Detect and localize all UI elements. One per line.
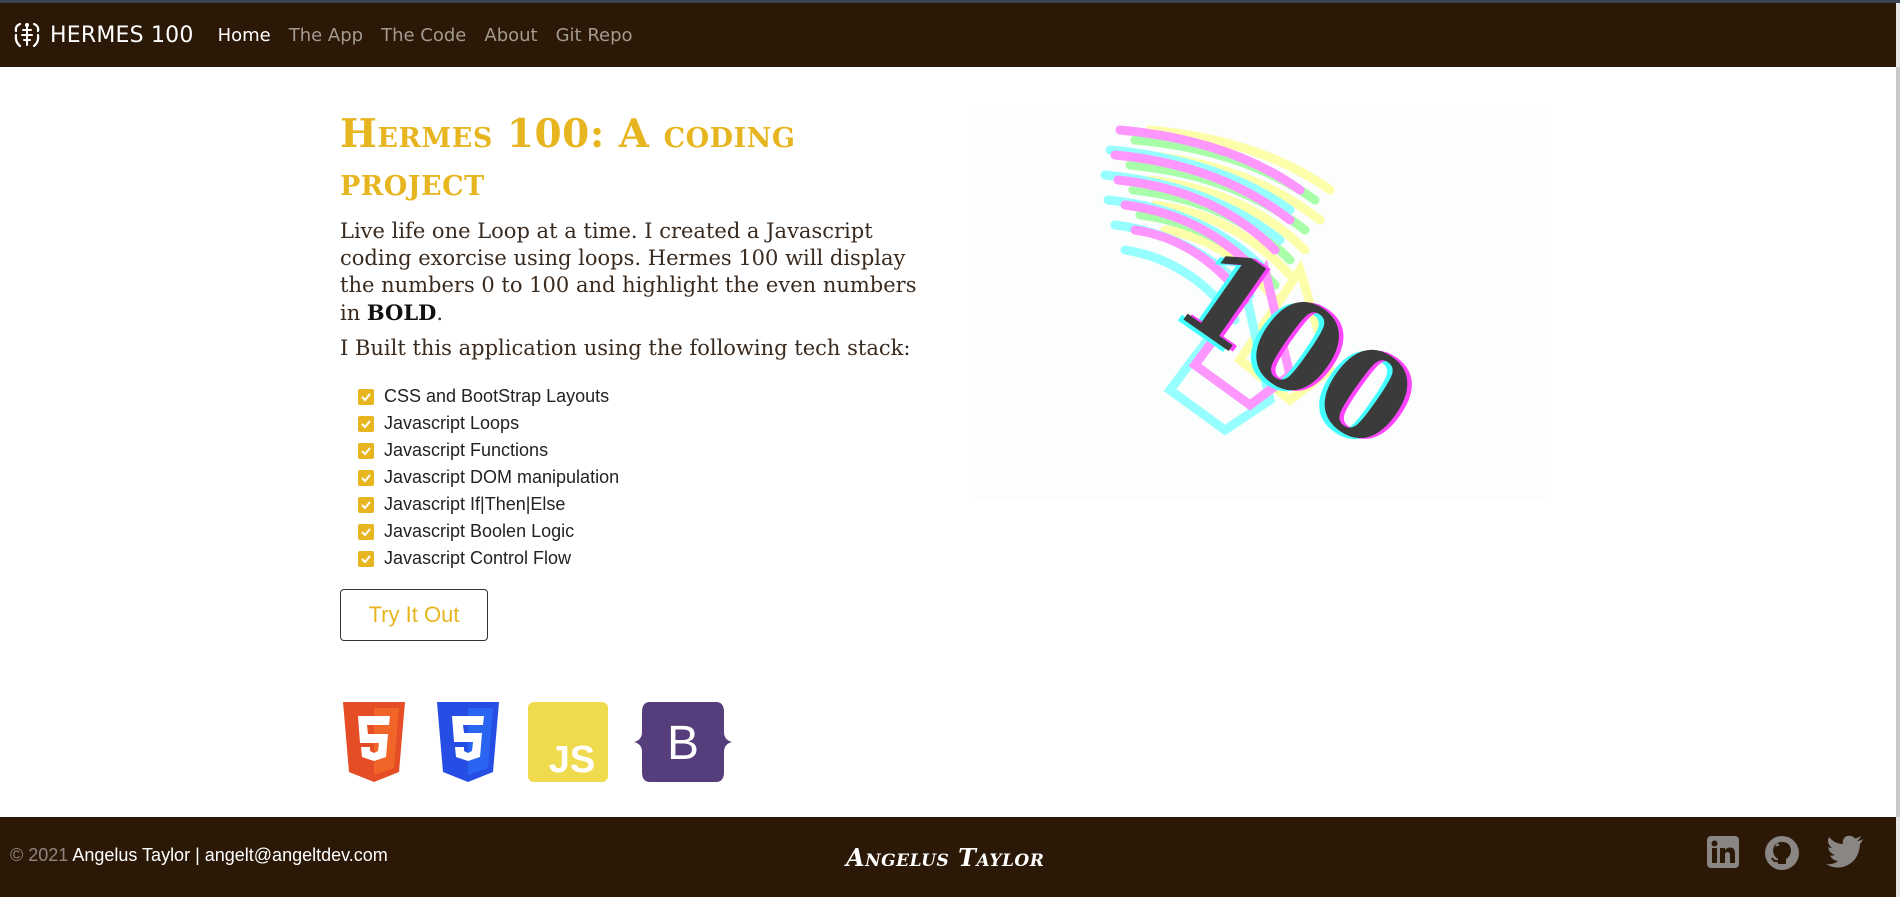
list-item: Javascript If|Then|Else [358, 491, 619, 518]
checkbox-checked-icon [358, 388, 374, 405]
copyright-year: © 2021 [10, 845, 69, 865]
checkbox-checked-icon [358, 496, 374, 513]
javascript-icon-label: JS [549, 739, 595, 781]
brand-name[interactable]: HERMES 100 [50, 23, 194, 48]
footer-copyright: © 2021 Angelus Taylor | angelt@angeltdev… [10, 845, 388, 866]
nav-link-the-app[interactable]: The App [289, 25, 363, 46]
checkbox-checked-icon [358, 442, 374, 459]
list-item: Javascript DOM manipulation [358, 464, 619, 491]
javascript-icon: JS [528, 702, 608, 782]
checkbox-checked-icon [358, 550, 374, 567]
intro-paragraph: Live life one Loop at a time. I created … [340, 218, 930, 327]
page-footer: © 2021 Angelus Taylor | angelt@angeltdev… [0, 817, 1896, 897]
list-item-label: Javascript Boolen Logic [384, 521, 575, 541]
hermes-logo-icon [12, 20, 42, 50]
winged-foot-logo-icon: 100 100 100 [1100, 125, 1444, 478]
html5-icon [343, 702, 405, 782]
checkbox-checked-icon [358, 469, 374, 486]
list-item: Javascript Control Flow [358, 545, 619, 572]
github-icon[interactable] [1764, 835, 1800, 871]
nav-link-about[interactable]: About [484, 25, 537, 46]
twitter-icon[interactable] [1826, 835, 1864, 869]
nav-link-home[interactable]: Home [218, 25, 271, 46]
tech-stack-list: CSS and BootStrap Layouts Javascript Loo… [358, 383, 619, 572]
try-it-out-button[interactable]: Try It Out [340, 589, 488, 641]
bootstrap-icon: B [634, 702, 732, 782]
list-item: Javascript Loops [358, 410, 619, 437]
tech-stack-heading: I Built this application using the follo… [340, 336, 911, 360]
list-item: Javascript Functions [358, 437, 619, 464]
hero-image: 100 100 100 [970, 110, 1550, 500]
bootstrap-icon-label: B [667, 717, 699, 770]
list-item-label: Javascript If|Then|Else [384, 494, 566, 514]
css3-icon [437, 702, 499, 782]
page-scrollbar-thumb[interactable] [1896, 67, 1900, 817]
list-item-label: CSS and BootStrap Layouts [384, 386, 610, 406]
list-item: CSS and BootStrap Layouts [358, 383, 619, 410]
page-title: Hermes 100: A coding project [340, 111, 796, 205]
intro-period: . [436, 301, 444, 325]
linkedin-icon[interactable] [1706, 835, 1740, 869]
footer-signature: Angelus Taylor [846, 843, 1045, 872]
list-item-label: Javascript DOM manipulation [384, 467, 620, 487]
checkbox-checked-icon [358, 415, 374, 432]
list-item-label: Javascript Control Flow [384, 548, 572, 568]
checkbox-checked-icon [358, 523, 374, 540]
nav-link-the-code[interactable]: The Code [381, 25, 466, 46]
brand[interactable]: HERMES 100 [12, 20, 218, 50]
list-item: Javascript Boolen Logic [358, 518, 619, 545]
nav-link-git-repo[interactable]: Git Repo [556, 25, 633, 46]
list-item-label: Javascript Functions [384, 440, 549, 460]
list-item-label: Javascript Loops [384, 413, 520, 433]
intro-bold-word: BOLD [366, 300, 437, 325]
footer-author: Angelus Taylor | angelt@angeltdev.com [72, 845, 388, 865]
top-navbar: HERMES 100 Home The App The Code About G… [0, 3, 1896, 67]
